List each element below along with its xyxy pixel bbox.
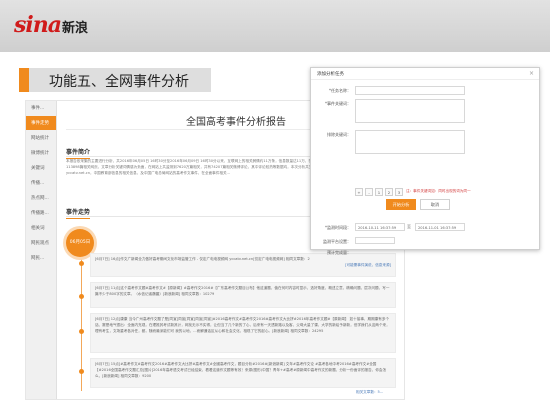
sidebar-item-opinions[interactable]: 网民观点 [26, 236, 56, 250]
task-name-input[interactable] [355, 86, 465, 95]
keyword-remove-button[interactable]: - [365, 188, 373, 196]
sidebar-item-keywords[interactable]: 关键词 [26, 161, 56, 175]
logo-text: sina [14, 12, 62, 38]
timeline-dot [79, 369, 84, 374]
trend-heading: 事件走势 [66, 207, 91, 219]
timeline-dot [79, 294, 84, 299]
timeline-card: [6月7日] 16点[作文广新闻全力做好高考期间文化市场监管工作 - 仅定广电电… [90, 253, 396, 277]
logo-chinese: 新浪 [62, 21, 89, 36]
timeline-dot [79, 261, 84, 266]
timeline-card-text: [6月7日] 15点[#高考作文#高考作文2016#高考作文大比拼#高考作文#全… [95, 362, 387, 378]
time-range-label: *监测时间段： [325, 225, 351, 230]
section-title-bar: 功能五、全网事件分析 [19, 68, 211, 92]
sidebar-item-spread[interactable]: 传播... [26, 176, 56, 190]
sidebar-item-spread-path[interactable]: 传播路... [26, 206, 56, 220]
report-title: 全国高考事件分析报告 [186, 117, 286, 128]
more-link[interactable]: 相关文章数：5... [356, 390, 383, 395]
platform-label: 监测平台设置： [323, 239, 351, 244]
timeline-card-text: [6月7日] 11点[这个高考作文题#高考作文#【原新闻】#高考作文2016#【… [95, 286, 390, 296]
sidebar-item-site-stats[interactable]: 网站统计 [26, 131, 56, 145]
keyword-group-1[interactable]: 1 [375, 188, 383, 196]
add-task-dialog: 添加分析任务 × *任务名称： *事件关键词： 排除关键词： + - 1 2 3… [310, 67, 540, 255]
sidebar-item-overview[interactable]: 事件... [26, 101, 56, 115]
keyword-add-button[interactable]: + [355, 188, 363, 196]
start-date-input[interactable]: 2016-10-11 16:37:59 [355, 223, 405, 231]
keyword-hint: 注：事件关键词如：同时出现的词为同一 [406, 189, 471, 193]
event-keyword-label: *事件关键词： [325, 101, 351, 106]
slide: sina 新浪 功能五、全网事件分析 事件... 事件走势 网站统计 微博统计 … [0, 0, 550, 414]
sidebar-item-trend[interactable]: 事件走势 [26, 116, 56, 130]
task-name-label: *任务名称： [329, 88, 351, 93]
sidebar: 事件... 事件走势 网站统计 微博统计 关键词 传播... 热点网... 传播… [26, 101, 57, 399]
start-analysis-button[interactable]: 开始分析 [386, 199, 416, 210]
sina-logo: sina 新浪 [14, 12, 89, 38]
section-title: 功能五、全网事件分析 [49, 74, 189, 90]
timeline-card: [6月7日] 15点[#高考作文#高考作文2016#高考作文大比拼#高考作文#全… [90, 358, 396, 388]
timeline-card: [6月7日] 12点[康康 当今广州高考作文题了是[同宣[同宣[同宣]同宣[同宣… [90, 313, 396, 353]
header-band: sina 新浪 [0, 0, 550, 52]
timeline-card-text: [6月7日] 12点[康康 当今广州高考作文题了是[同宣[同宣[同宣]同宣[同宣… [95, 317, 390, 333]
cancel-button[interactable]: 取消 [420, 199, 450, 210]
sidebar-item-related-words[interactable]: 相关词 [26, 221, 56, 235]
event-keyword-input[interactable] [355, 99, 465, 123]
close-icon[interactable]: × [529, 70, 534, 78]
timeline-card: [6月7日] 11点[这个高考作文题#高考作文#【原新闻】#高考作文2016#【… [90, 282, 396, 308]
dialog-title: 添加分析任务 [311, 68, 539, 80]
sidebar-item-hot-sites[interactable]: 热点网... [26, 191, 56, 205]
platform-select[interactable] [355, 237, 395, 244]
exclude-keyword-label: 排除关键词： [327, 132, 351, 137]
date-separator: 至 [407, 224, 411, 229]
sidebar-item-netizens[interactable]: 网民... [26, 251, 56, 265]
estimate-label: 预计完成量： [327, 250, 351, 255]
keyword-group-2[interactable]: 2 [385, 188, 393, 196]
keyword-group-3[interactable]: 3 [395, 188, 403, 196]
timeline-dot [79, 329, 84, 334]
sidebar-item-weibo-stats[interactable]: 微博统计 [26, 146, 56, 160]
end-date-input[interactable]: 2016-11-01 16:37:59 [415, 223, 465, 231]
exclude-keyword-input[interactable] [355, 130, 465, 154]
source-link[interactable]: [可能需事件演说，信息来源] [95, 262, 391, 268]
